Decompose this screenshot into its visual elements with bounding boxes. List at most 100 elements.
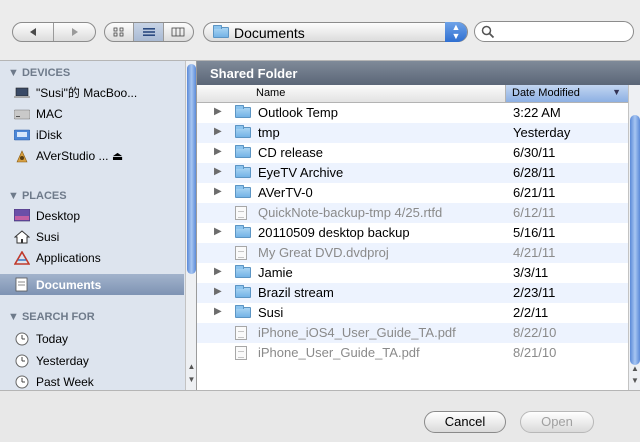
forward-button[interactable] bbox=[54, 23, 95, 41]
home-icon bbox=[14, 229, 30, 244]
file-row[interactable]: ▶ Susi 2/2/11 bbox=[197, 303, 628, 323]
location-label: Documents bbox=[234, 25, 305, 41]
file-date: 2/2/11 bbox=[513, 305, 549, 320]
column-header: Name Date Modified ▼ bbox=[197, 85, 628, 103]
file-browser: Shared Folder Name Date Modified ▼ ▶ Outl… bbox=[197, 61, 640, 390]
devices-header[interactable]: ▼ DEVICES bbox=[8, 67, 70, 79]
idisk-icon bbox=[14, 128, 30, 142]
search-for-header[interactable]: ▼ SEARCH FOR bbox=[8, 311, 95, 323]
file-date: 8/22/10 bbox=[513, 325, 557, 340]
sidebar-item-label: "Susi"的 MacBoo... bbox=[36, 86, 138, 100]
file-date: 2/23/11 bbox=[513, 285, 556, 300]
file-list-scroll-thumb[interactable] bbox=[630, 115, 640, 365]
sidebar-item-label: Desktop bbox=[36, 208, 81, 223]
list-view-button[interactable] bbox=[134, 23, 164, 41]
view-mode-control bbox=[104, 22, 194, 42]
file-row[interactable]: iPhone_iOS4_User_Guide_TA.pdf 8/22/10 bbox=[197, 323, 628, 343]
laptop-icon bbox=[14, 86, 30, 100]
desktop-icon bbox=[14, 209, 30, 223]
disclosure-triangle-icon[interactable]: ▶ bbox=[214, 186, 222, 197]
folder-header: Shared Folder bbox=[197, 61, 640, 85]
icon-view-button[interactable] bbox=[105, 23, 135, 41]
sort-descending-icon: ▼ bbox=[612, 87, 621, 97]
file-date: 4/21/11 bbox=[513, 245, 556, 260]
disclosure-triangle-icon[interactable]: ▶ bbox=[214, 266, 222, 277]
scroll-down-arrow-icon[interactable]: ▼ bbox=[629, 376, 640, 388]
disclosure-triangle-icon[interactable]: ▶ bbox=[214, 106, 222, 117]
scroll-down-arrow-icon[interactable]: ▼ bbox=[186, 375, 196, 387]
file-row[interactable]: ▶ tmp Yesterday bbox=[197, 123, 628, 143]
file-name: 20110509 desktop backup bbox=[258, 225, 410, 240]
date-modified-column-header[interactable]: Date Modified ▼ bbox=[505, 85, 628, 102]
installer-icon bbox=[14, 149, 30, 163]
file-date: 6/30/11 bbox=[513, 145, 556, 160]
search-field[interactable] bbox=[474, 21, 634, 42]
scroll-up-arrow-icon[interactable]: ▲ bbox=[186, 362, 196, 374]
file-date: Yesterday bbox=[513, 125, 571, 140]
location-popup[interactable]: Documents ▲ ▼ bbox=[203, 22, 468, 42]
file-row[interactable]: My Great DVD.dvdproj 4/21/11 bbox=[197, 243, 628, 263]
file-name: iPhone_User_Guide_TA.pdf bbox=[258, 345, 420, 360]
file-row[interactable]: ▶ 20110509 desktop backup 5/16/11 bbox=[197, 223, 628, 243]
list-view-icon bbox=[142, 28, 155, 36]
sidebar-item-past-week[interactable]: Past Week bbox=[0, 371, 184, 390]
sidebar-item-label: Documents bbox=[36, 277, 102, 292]
sidebar-scroll-thumb[interactable] bbox=[187, 64, 196, 274]
search-icon bbox=[481, 25, 495, 39]
disclosure-triangle-icon[interactable]: ▶ bbox=[214, 126, 222, 137]
disclosure-triangle-icon[interactable]: ▶ bbox=[214, 286, 222, 297]
sidebar-item-macbook[interactable]: "Susi"的 MacBoo... bbox=[0, 82, 184, 103]
sidebar-item-label: AVerStudio ... ⏏ bbox=[36, 148, 124, 163]
popup-stepper-icon: ▲ ▼ bbox=[445, 22, 467, 42]
file-row[interactable]: ▶ Jamie 3/3/11 bbox=[197, 263, 628, 283]
sidebar-item-yesterday[interactable]: Yesterday bbox=[0, 350, 184, 371]
folder-icon bbox=[235, 165, 251, 178]
sidebar-item-mac[interactable]: MAC bbox=[0, 103, 184, 124]
folder-icon bbox=[235, 285, 251, 298]
file-row[interactable]: ▶ EyeTV Archive 6/28/11 bbox=[197, 163, 628, 183]
file-name: EyeTV Archive bbox=[258, 165, 344, 180]
file-row[interactable]: iPhone_User_Guide_TA.pdf 8/21/10 bbox=[197, 343, 628, 363]
sidebar-item-label: Past Week bbox=[36, 374, 94, 389]
column-view-button[interactable] bbox=[164, 23, 193, 41]
folder-icon bbox=[235, 305, 251, 318]
clock-icon bbox=[14, 375, 30, 389]
file-row[interactable]: ▶ Brazil stream 2/23/11 bbox=[197, 283, 628, 303]
file-date: 6/28/11 bbox=[513, 165, 556, 180]
disclosure-triangle-icon[interactable]: ▶ bbox=[214, 226, 222, 237]
file-name: Jamie bbox=[258, 265, 293, 280]
document-icon bbox=[235, 326, 247, 340]
disclosure-triangle-icon[interactable]: ▶ bbox=[214, 166, 222, 177]
sidebar-scrollbar[interactable]: ▲ ▼ bbox=[185, 61, 196, 390]
file-date: 6/21/11 bbox=[513, 185, 556, 200]
open-button[interactable]: Open bbox=[520, 411, 594, 433]
sidebar-item-susi[interactable]: Susi bbox=[0, 226, 184, 247]
file-row[interactable]: ▶ Outlook Temp 3:22 AM bbox=[197, 103, 628, 123]
file-date: 5/16/11 bbox=[513, 225, 556, 240]
nav-buttons bbox=[12, 22, 96, 42]
cancel-button[interactable]: Cancel bbox=[424, 411, 506, 433]
sidebar-item-applications[interactable]: Applications bbox=[0, 247, 184, 268]
disclosure-triangle-icon[interactable]: ▶ bbox=[214, 306, 222, 317]
name-column-header[interactable]: Name bbox=[256, 87, 285, 99]
back-button[interactable] bbox=[13, 23, 55, 41]
folder-icon bbox=[235, 105, 251, 118]
file-row[interactable]: ▶ AVerTV-0 6/21/11 bbox=[197, 183, 628, 203]
search-input[interactable] bbox=[497, 24, 631, 40]
file-list-scrollbar[interactable]: ▲ ▼ bbox=[628, 85, 640, 390]
sidebar-item-idisk[interactable]: iDisk bbox=[0, 124, 184, 145]
folder-title: Shared Folder bbox=[210, 66, 298, 81]
disclosure-triangle-icon[interactable]: ▶ bbox=[214, 146, 222, 157]
documents-icon bbox=[14, 277, 30, 292]
file-row[interactable]: QuickNote-backup-tmp 4/25.rtfd 6/12/11 bbox=[197, 203, 628, 223]
scroll-up-arrow-icon[interactable]: ▲ bbox=[629, 364, 640, 376]
places-header[interactable]: ▼ PLACES bbox=[8, 190, 67, 202]
file-name: iPhone_iOS4_User_Guide_TA.pdf bbox=[258, 325, 456, 340]
documents-folder-icon bbox=[213, 25, 229, 38]
sidebar-item-today[interactable]: Today bbox=[0, 328, 184, 349]
file-date: 3/3/11 bbox=[513, 265, 549, 280]
sidebar-item-averstudio[interactable]: AVerStudio ... ⏏ bbox=[0, 145, 184, 166]
sidebar-item-documents[interactable]: Documents bbox=[0, 274, 184, 295]
sidebar-item-desktop[interactable]: Desktop bbox=[0, 205, 184, 226]
file-row[interactable]: ▶ CD release 6/30/11 bbox=[197, 143, 628, 163]
